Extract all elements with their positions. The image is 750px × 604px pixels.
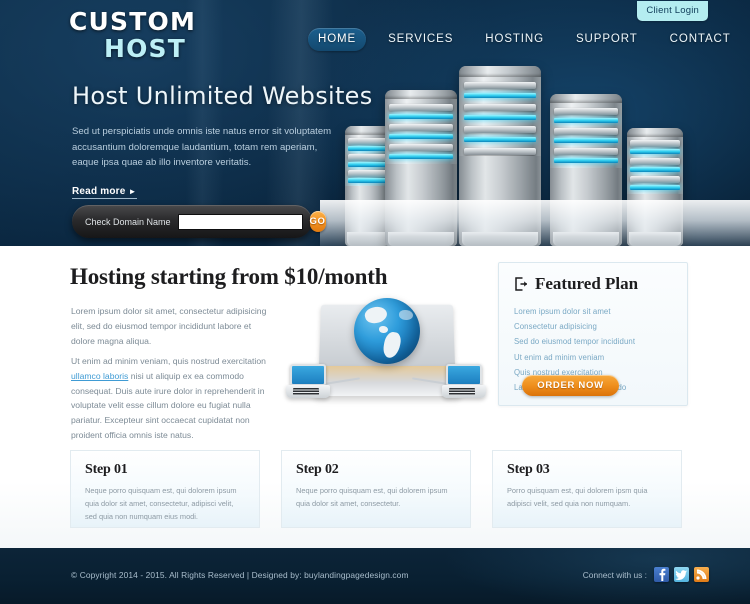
step-title: Step 02 — [296, 462, 339, 477]
small-laptop-left — [286, 364, 330, 400]
social-links: Connect with us : — [583, 567, 709, 582]
hero-headline: Host Unlimited Websites — [72, 82, 373, 110]
step-title: Step 01 — [85, 462, 128, 477]
domain-search-bar: Check Domain Name GO — [72, 205, 326, 238]
order-now-button[interactable]: ORDER NOW — [522, 375, 619, 396]
read-more-label: Read more — [72, 185, 126, 197]
paragraph-2-text-part1: Ut enim ad minim veniam, quis nostrud ex… — [71, 356, 266, 366]
connect-with-us-label: Connect with us : — [582, 569, 647, 580]
landing-page: Client Login CUSTOM HOST HOME SERVICES H… — [0, 0, 750, 604]
footer: © Copyright 2014 - 2015. All Rights Rese… — [0, 548, 750, 604]
nav-item-contact[interactable]: CONTACT — [660, 28, 741, 51]
nav-item-services[interactable]: SERVICES — [378, 28, 463, 51]
list-item: Sed do eiusmod tempor incididunt — [514, 337, 636, 347]
domain-search-go-button[interactable]: GO — [309, 211, 326, 232]
small-laptop-right — [442, 364, 486, 400]
step-text: Neque porro quisquam est, qui dolorem ip… — [296, 486, 448, 509]
logo-text-custom: CUSTOM — [69, 7, 197, 36]
ullamco-laboris-link[interactable]: ullamco laboris — [71, 371, 128, 381]
play-triangle-icon: ► — [128, 186, 137, 196]
list-item: Lorem ipsum dolor sit amet — [514, 307, 611, 316]
step-text: Porro quisquam est, qui dolorem ipsm qui… — [507, 486, 648, 509]
globe-laptops-illustration — [286, 298, 486, 430]
globe-icon — [354, 298, 420, 364]
featured-plan-header: Featured Plan — [499, 263, 687, 294]
main-paragraph-1: Lorem ipsum dolor sit amet, consectetur … — [71, 306, 267, 346]
main-content: Hosting starting from $10/month Lorem ip… — [0, 246, 750, 548]
rss-icon[interactable] — [694, 567, 709, 582]
step-text: Neque porro quisquam est, qui dolorem ip… — [85, 486, 237, 522]
reflective-floor — [320, 200, 750, 246]
copyright-text: © Copyright 2014 - 2015. All Rights Rese… — [71, 570, 409, 580]
nav-item-home[interactable]: HOME — [308, 28, 367, 51]
step-title: Step 03 — [507, 462, 550, 477]
featured-plan-title: Featured Plan — [535, 274, 639, 293]
list-item: Consectetur adipisicing — [514, 322, 597, 332]
nav-item-hosting[interactable]: HOSTING — [475, 28, 554, 51]
featured-plan-panel: Featured Plan Lorem ipsum dolor sit amet… — [498, 262, 688, 406]
client-login-button[interactable]: Client Login — [637, 1, 708, 21]
page-title: Hosting starting from $10/month — [70, 264, 388, 289]
facebook-icon[interactable] — [654, 567, 669, 582]
paragraph-2-text-part2: nisi ut aliquip ex ea commodo consequat.… — [71, 370, 265, 440]
main-paragraph-2: Ut enim ad minim veniam, quis nostrud ex… — [71, 354, 276, 443]
twitter-icon[interactable] — [674, 567, 689, 582]
list-item: Ut enim ad minim veniam — [514, 352, 605, 362]
step-card-02: Step 02 Neque porro quisquam est, qui do… — [281, 450, 471, 528]
step-card-03: Step 03 Porro quisquam est, qui dolorem … — [492, 450, 682, 528]
site-logo[interactable]: CUSTOM HOST — [69, 9, 239, 61]
hero-section: Client Login CUSTOM HOST HOME SERVICES H… — [0, 0, 750, 246]
steps-section: Step 01 Neque porro quisquam est, qui do… — [70, 450, 682, 528]
step-card-01: Step 01 Neque porro quisquam est, qui do… — [70, 450, 260, 528]
domain-search-input[interactable] — [177, 213, 303, 230]
logo-text-host: HOST — [103, 34, 187, 63]
hero-description: Sed ut perspiciatis unde omnis iste natu… — [72, 126, 332, 169]
hero-copy: Host Unlimited Websites Sed ut perspicia… — [72, 82, 373, 199]
main-navigation: HOME SERVICES HOSTING SUPPORT CONTACT — [308, 28, 741, 51]
nav-item-support[interactable]: SUPPORT — [566, 28, 648, 51]
read-more-link[interactable]: Read more ► — [72, 186, 137, 199]
domain-search-label: Check Domain Name — [85, 216, 171, 227]
export-box-icon — [513, 276, 529, 292]
